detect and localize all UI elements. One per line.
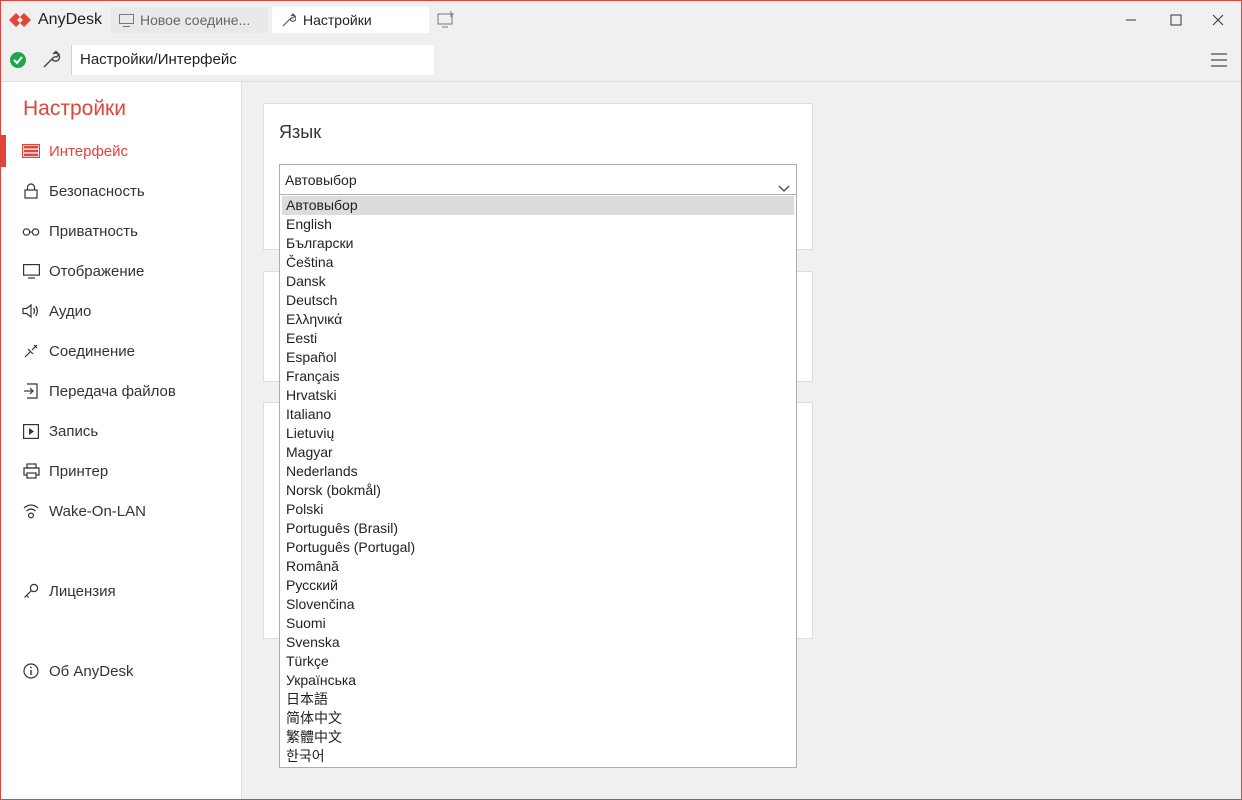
address-input[interactable]: Настройки/Интерфейс <box>71 45 434 75</box>
language-option[interactable]: 简体中文 <box>282 709 794 728</box>
sidebar-item-label: Безопасность <box>49 182 145 200</box>
wifi-icon <box>22 502 40 520</box>
language-option[interactable]: Português (Brasil) <box>282 519 794 538</box>
tab-label: Новое соедине... <box>140 12 251 28</box>
sidebar-item-about[interactable]: Об AnyDesk <box>1 655 241 687</box>
file-transfer-icon <box>22 382 40 400</box>
sidebar-item-connection[interactable]: Соединение <box>1 335 241 367</box>
language-option[interactable]: Magyar <box>282 443 794 462</box>
language-option[interactable]: Polski <box>282 500 794 519</box>
language-option[interactable]: Slovenčina <box>282 595 794 614</box>
sidebar-item-label: Отображение <box>49 262 145 280</box>
close-button[interactable] <box>1195 1 1241 38</box>
language-option[interactable]: Nederlands <box>282 462 794 481</box>
app-logo: AnyDesk <box>9 9 102 31</box>
sidebar-item-security[interactable]: Безопасность <box>1 175 241 207</box>
language-option[interactable]: Română <box>282 557 794 576</box>
sidebar-item-interface[interactable]: Интерфейс <box>1 135 241 167</box>
sidebar-item-label: Аудио <box>49 302 92 320</box>
connection-icon <box>22 342 40 360</box>
sidebar-item-license[interactable]: Лицензия <box>1 575 241 607</box>
sidebar-item-label: Передача файлов <box>49 382 176 400</box>
language-option[interactable]: Čeština <box>282 253 794 272</box>
wrench-icon <box>281 13 297 27</box>
language-option[interactable]: 繁體中文 <box>282 728 794 747</box>
language-option[interactable]: Hrvatski <box>282 386 794 405</box>
language-option[interactable]: Eesti <box>282 329 794 348</box>
language-option[interactable]: 日本語 <box>282 690 794 709</box>
language-option[interactable]: Español <box>282 348 794 367</box>
printer-icon <box>22 462 40 480</box>
language-option[interactable]: Suomi <box>282 614 794 633</box>
language-option[interactable]: Norsk (bokmål) <box>282 481 794 500</box>
interface-icon <box>22 142 40 160</box>
new-tab-icon[interactable] <box>437 11 455 29</box>
sidebar-title: Настройки <box>23 97 126 120</box>
app-window: AnyDesk Новое соедине... Настройки Настр… <box>0 0 1242 800</box>
app-name: AnyDesk <box>38 11 103 28</box>
info-icon <box>22 662 40 680</box>
language-option[interactable]: Автовыбор <box>282 196 794 215</box>
language-option[interactable]: Türkçe <box>282 652 794 671</box>
tab-label: Настройки <box>303 12 372 28</box>
language-option[interactable]: English <box>282 215 794 234</box>
language-option[interactable]: Dansk <box>282 272 794 291</box>
sidebar-item-label: Wake-On-LAN <box>49 502 146 520</box>
title-bar: AnyDesk Новое соедине... Настройки <box>1 1 1241 38</box>
language-select-value: Автовыбор <box>285 172 357 188</box>
speaker-icon <box>22 302 40 320</box>
sidebar-item-display[interactable]: Отображение <box>1 255 241 287</box>
lock-icon <box>22 182 40 200</box>
language-option[interactable]: Български <box>282 234 794 253</box>
sidebar-item-label: Приватность <box>49 222 138 240</box>
language-option[interactable]: Lietuvių <box>282 424 794 443</box>
key-icon <box>22 582 40 600</box>
language-option[interactable]: Deutsch <box>282 291 794 310</box>
anydesk-logo-icon <box>9 10 31 30</box>
maximize-button[interactable] <box>1153 1 1199 38</box>
language-title: Язык <box>279 122 322 142</box>
glasses-icon <box>22 222 40 240</box>
sidebar-item-label: Лицензия <box>49 582 116 600</box>
monitor-icon <box>118 13 134 27</box>
language-select[interactable]: Автовыбор <box>279 164 797 195</box>
sidebar-item-label: Об AnyDesk <box>49 662 134 680</box>
sidebar-item-label: Принтер <box>49 462 109 480</box>
language-option[interactable]: Português (Portugal) <box>282 538 794 557</box>
language-option[interactable]: 한국어 <box>282 747 794 766</box>
language-option[interactable]: Svenska <box>282 633 794 652</box>
sidebar-item-printer[interactable]: Принтер <box>1 455 241 487</box>
sidebar-item-privacy[interactable]: Приватность <box>1 215 241 247</box>
sidebar-item-label: Интерфейс <box>49 142 129 160</box>
language-dropdown-list: Автовыбор English Български Čeština Dansk Deu… <box>279 195 797 768</box>
tab-new-connection[interactable]: Новое соедине... <box>111 7 268 33</box>
language-option[interactable]: Italiano <box>282 405 794 424</box>
sidebar-item-audio[interactable]: Аудио <box>1 295 241 327</box>
chevron-down-icon <box>778 174 790 192</box>
sidebar-item-file-transfer[interactable]: Передача файлов <box>1 375 241 407</box>
record-icon <box>22 422 40 440</box>
hamburger-menu-icon[interactable] <box>1209 51 1229 69</box>
sidebar-item-label: Запись <box>49 422 99 440</box>
monitor-icon <box>22 262 40 280</box>
language-option[interactable]: Русский <box>282 576 794 595</box>
sidebar-item-label: Соединение <box>49 342 135 360</box>
connection-status-icon <box>10 52 26 68</box>
address-bar: Настройки/Интерфейс <box>1 38 1241 82</box>
sidebar-item-wake-on-lan[interactable]: Wake-On-LAN <box>1 495 241 527</box>
tab-settings[interactable]: Настройки <box>272 7 429 33</box>
minimize-button[interactable] <box>1108 1 1154 38</box>
language-option[interactable]: Українська <box>282 671 794 690</box>
language-option[interactable]: Ελληνικά <box>282 310 794 329</box>
wrench-icon[interactable] <box>41 50 61 70</box>
sidebar-item-recording[interactable]: Запись <box>1 415 241 447</box>
language-option[interactable]: Français <box>282 367 794 386</box>
settings-sidebar: Настройки Интерфейс Безопасность Приватн… <box>1 82 242 799</box>
